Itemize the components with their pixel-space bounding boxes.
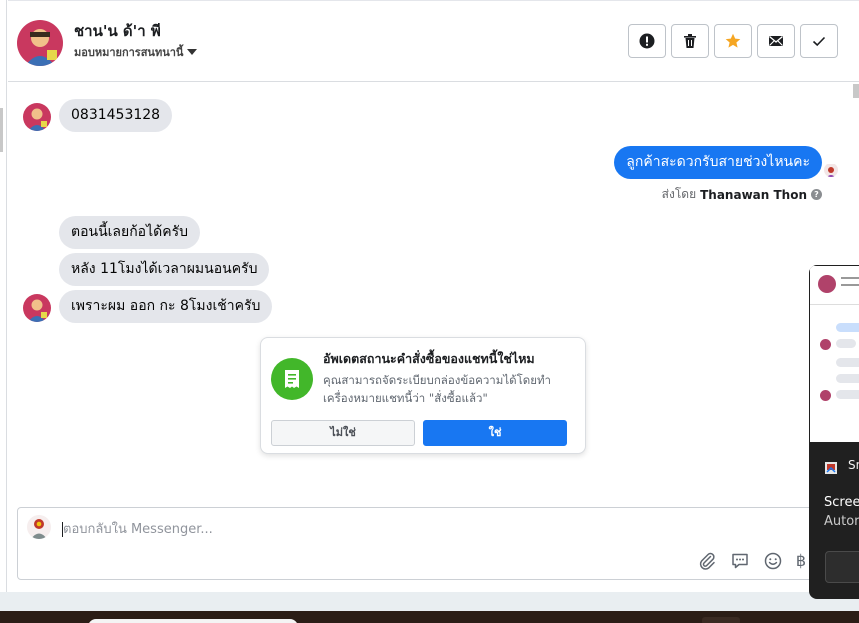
- assign-conversation-dropdown[interactable]: มอบหมายการสนทนานี้: [74, 43, 198, 61]
- help-icon[interactable]: ?: [811, 189, 822, 200]
- chevron-down-icon: [187, 49, 198, 55]
- envelope-icon: [769, 36, 783, 46]
- mark-spam-button[interactable]: [628, 24, 666, 58]
- star-icon: [725, 33, 741, 48]
- saved-reply-button[interactable]: [729, 550, 750, 571]
- sent-by-prefix: ส่งโดย: [661, 187, 697, 201]
- notification-subtitle: Autor: [824, 514, 859, 529]
- notification-action-button[interactable]: [825, 551, 859, 583]
- baht-icon[interactable]: ฿: [795, 550, 807, 571]
- receipt-icon: [271, 358, 313, 400]
- left-panel-scroll-thumb[interactable]: [0, 108, 3, 152]
- taskbar-item[interactable]: [702, 617, 740, 623]
- prompt-body: คุณสามารถจัดระเบียบกล่องข้อความได้โดยทำเ…: [323, 373, 552, 405]
- check-icon: [812, 36, 826, 47]
- trash-icon: [684, 34, 696, 48]
- mark-done-button[interactable]: [800, 24, 838, 58]
- delete-button[interactable]: [671, 24, 709, 58]
- message-incoming[interactable]: 0831453128: [59, 99, 173, 132]
- os-taskbar: [0, 611, 859, 623]
- conversation-header: ชาน'น ด้'า พี มอบหมายการสนทนานี้: [8, 0, 859, 82]
- attach-button[interactable]: [696, 550, 717, 571]
- toast-notification[interactable]: Sn Scree Autor: [809, 265, 859, 599]
- left-panel-edge: [0, 0, 7, 592]
- message-incoming[interactable]: หลัง 11โมงได้เวลาผมนอนครับ: [59, 253, 270, 286]
- assign-conversation-label: มอบหมายการสนทนานี้: [74, 46, 184, 59]
- message-incoming[interactable]: เพราะผม ออก กะ 8โมงเช้าครับ: [59, 290, 273, 323]
- emoji-icon: [764, 552, 781, 569]
- emoji-button[interactable]: [762, 550, 783, 571]
- composer-tools: ฿: [696, 550, 807, 571]
- contact-avatar-small: [23, 294, 51, 322]
- follow-up-button[interactable]: [714, 24, 752, 58]
- sent-by-name: Thanawan Thon: [700, 187, 807, 202]
- app-icon: [825, 459, 837, 474]
- chat-scrollbar[interactable]: [853, 84, 859, 98]
- contact-avatar-small: [23, 103, 51, 131]
- paperclip-icon: [699, 552, 715, 570]
- yes-button[interactable]: ใช่: [423, 420, 567, 446]
- alert-icon: [639, 33, 655, 49]
- prompt-title: อัพเดตสถานะคำสั่งซื้อของแชทนี้ใช่ไหม: [323, 351, 535, 366]
- notification-preview-thumbnail: [810, 266, 859, 442]
- reply-input[interactable]: [63, 518, 563, 540]
- notification-title: Scree: [824, 495, 859, 510]
- reply-composer: ฿: [17, 507, 817, 580]
- taskbar-search[interactable]: [88, 619, 298, 623]
- header-actions: [628, 24, 838, 58]
- notification-app-name: Sn: [848, 458, 859, 472]
- contact-avatar[interactable]: [17, 20, 63, 66]
- seen-avatar: [824, 163, 838, 177]
- message-outgoing[interactable]: ลูกค้าสะดวกรับสายช่วงไหนคะ: [614, 146, 822, 179]
- saved-reply-icon: [731, 553, 748, 568]
- no-button[interactable]: ไม่ใช่: [271, 420, 415, 446]
- mark-unread-button[interactable]: [757, 24, 795, 58]
- contact-name: ชาน'น ด้'า พี: [74, 22, 161, 40]
- order-status-prompt: อัพเดตสถานะคำสั่งซื้อของแชทนี้ใช่ไหม คุณ…: [260, 337, 586, 454]
- page-avatar: [27, 515, 51, 539]
- sent-by-info: ส่งโดย Thanawan Thon ?: [662, 185, 822, 204]
- message-incoming[interactable]: ตอนนี้เลยก้อได้ครับ: [59, 216, 200, 249]
